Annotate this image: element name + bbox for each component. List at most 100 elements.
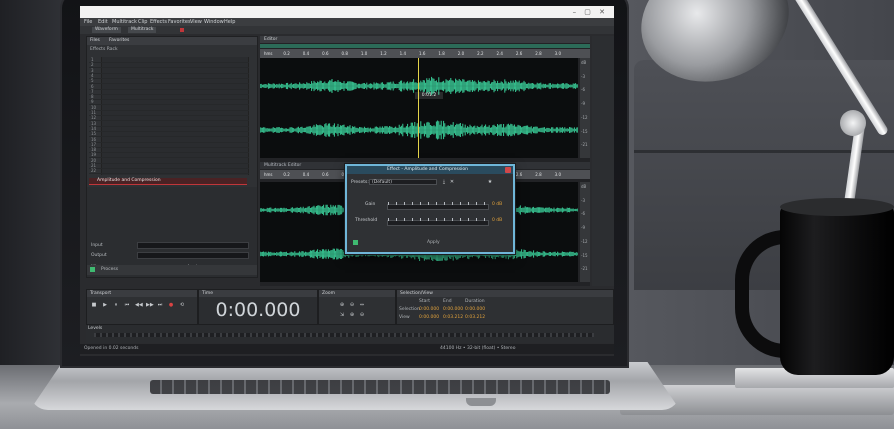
power-toggle-icon[interactable]: [353, 240, 358, 245]
row-selection-label: Selection: [399, 307, 420, 312]
window-controls[interactable]: – ▢ ✕: [573, 8, 608, 16]
ruler-tick-label: 1.2: [380, 51, 387, 56]
favorite-star-icon[interactable]: ★: [487, 179, 493, 185]
menu-multitrack[interactable]: Multitrack: [112, 19, 137, 25]
zoom-in-vertical-icon[interactable]: ⊕: [349, 312, 355, 318]
gain-slider[interactable]: [387, 202, 489, 210]
output-meter: [137, 252, 249, 259]
playhead-top[interactable]: [418, 58, 419, 158]
threshold-slider[interactable]: [387, 218, 489, 226]
ruler-tick-label: 0.4: [302, 172, 310, 177]
window-title-bar: – ▢ ✕: [80, 6, 614, 18]
transport-panel: Transport ■ ▶ ⏸ ⏮ ◀◀ ▶▶ ⏭ ● ⟲: [86, 289, 198, 325]
scale-label: -12: [581, 114, 588, 120]
tab-multitrack[interactable]: Multitrack: [128, 27, 157, 33]
dialog-title-bar[interactable]: Effect - Amplitude and Compression: [347, 166, 513, 174]
menu-effects[interactable]: Effects: [150, 19, 167, 25]
pause-icon[interactable]: ⏸: [113, 302, 119, 308]
threshold-value[interactable]: 0 dB: [492, 218, 502, 223]
slot-number: 17: [91, 141, 97, 147]
overview-bar[interactable]: [260, 44, 590, 48]
play-icon[interactable]: ▶: [102, 302, 108, 308]
ruler-tick-label: 3.0: [554, 172, 561, 177]
lamp-joint: [840, 110, 866, 136]
selected-effect-row[interactable]: Amplitude and Compression: [89, 178, 247, 185]
ruler-tick-label: hms: [264, 172, 273, 177]
ruler-tick-label: 0.2: [283, 51, 290, 56]
skip-start-icon[interactable]: ⏮: [124, 302, 130, 308]
menu-window[interactable]: Window: [204, 19, 224, 25]
fast-forward-icon[interactable]: ▶▶: [146, 302, 154, 308]
power-icon[interactable]: [90, 267, 95, 272]
presets-select[interactable]: (Default): [369, 179, 437, 185]
ruler-tick-label: 1.6: [419, 51, 426, 56]
ruler-tick-label: 2.6: [515, 172, 523, 177]
menu-view[interactable]: View: [190, 19, 202, 25]
ruler-tick-label: 0.6: [322, 172, 329, 177]
slot-number: 4: [91, 72, 94, 78]
view-duration[interactable]: 0:03.212: [465, 315, 485, 320]
zoom-in-icon[interactable]: ⊕: [339, 302, 345, 308]
menu-favorites[interactable]: Favorites: [168, 19, 191, 25]
ruler-tick-label: 2.2: [477, 51, 484, 56]
record-icon[interactable]: ●: [168, 302, 174, 308]
black-mug: [780, 205, 894, 375]
slot-number: 11: [91, 110, 97, 115]
slot-number: 2: [91, 62, 94, 68]
tab-files[interactable]: Files: [90, 38, 100, 43]
playhead-timecode: 0:01.2: [415, 92, 443, 99]
menu-help[interactable]: Help: [224, 19, 235, 25]
scale-label: dB: [581, 60, 587, 65]
skip-end-icon[interactable]: ⏭: [157, 302, 163, 308]
delete-preset-icon[interactable]: ✕: [449, 179, 455, 185]
scale-label: -15: [581, 252, 588, 258]
selection-duration[interactable]: 0:00.000: [465, 307, 485, 312]
ruler-tick-label: 2.6: [515, 51, 523, 56]
tab-favorites[interactable]: Favorites: [109, 38, 129, 43]
status-right: 44100 Hz • 32-bit (float) • Stereo: [440, 346, 516, 351]
menu-edit[interactable]: Edit: [98, 19, 108, 25]
slot-number: 8: [91, 94, 94, 100]
tab-waveform[interactable]: Waveform: [92, 27, 121, 33]
loop-icon[interactable]: ⟲: [179, 302, 185, 308]
zoom-out-vertical-icon[interactable]: ⊖: [359, 312, 365, 318]
view-start[interactable]: 0:00.000: [419, 315, 439, 320]
slot-number: 22: [91, 168, 97, 174]
view-end[interactable]: 0:03.212: [443, 315, 463, 320]
zoom-full-icon[interactable]: ⇔: [359, 302, 365, 308]
save-preset-icon[interactable]: ⤓: [441, 179, 447, 185]
scale-label: -12: [581, 238, 588, 244]
menu-bar: File Edit Multitrack Clip Effects Favori…: [80, 18, 614, 26]
time-title: Time: [202, 291, 214, 296]
selection-start[interactable]: 0:00.000: [419, 307, 439, 312]
gain-value[interactable]: 0 dB: [492, 202, 502, 207]
gain-slider-ticks: [388, 202, 488, 205]
stop-icon[interactable]: ■: [91, 302, 97, 308]
ruler-tick-label: hms: [264, 51, 273, 56]
ruler-tick-label: 0.2: [283, 172, 290, 177]
effects-slot-row[interactable]: 22: [89, 168, 249, 175]
zoom-out-icon[interactable]: ⊖: [349, 302, 355, 308]
slot-number: 6: [91, 83, 94, 89]
rewind-icon[interactable]: ◀◀: [135, 302, 143, 308]
waveform-top-graphic: [260, 76, 578, 140]
close-icon[interactable]: [505, 167, 511, 173]
time-ruler-top[interactable]: hms 0.2 0.4 0.6 0.8 1.0 1.2 1.4 1.6 1.8 2.0 2.2 2.4 2…: [260, 49, 590, 58]
gain-label: Gain: [365, 202, 376, 207]
selection-end[interactable]: 0:00.000: [443, 307, 463, 312]
laptop-notch: [466, 398, 496, 406]
menu-file[interactable]: File: [84, 19, 92, 25]
tab-editor[interactable]: Editor: [264, 37, 277, 42]
time-panel: Time 0:00.000: [198, 289, 318, 325]
levels-meter: [94, 333, 594, 337]
record-indicator-icon: [180, 28, 184, 32]
slot-number: 19: [91, 152, 97, 158]
scale-label: -9: [581, 225, 585, 231]
slot-number: 18: [91, 147, 97, 153]
waveform-top[interactable]: [260, 58, 578, 158]
menu-clip[interactable]: Clip: [138, 19, 147, 25]
ruler-tick-label: 0.6: [322, 51, 329, 56]
input-meter: [137, 242, 249, 249]
zoom-selection-icon[interactable]: ⇲: [339, 312, 345, 318]
dialog-apply-button[interactable]: Apply: [427, 240, 440, 245]
